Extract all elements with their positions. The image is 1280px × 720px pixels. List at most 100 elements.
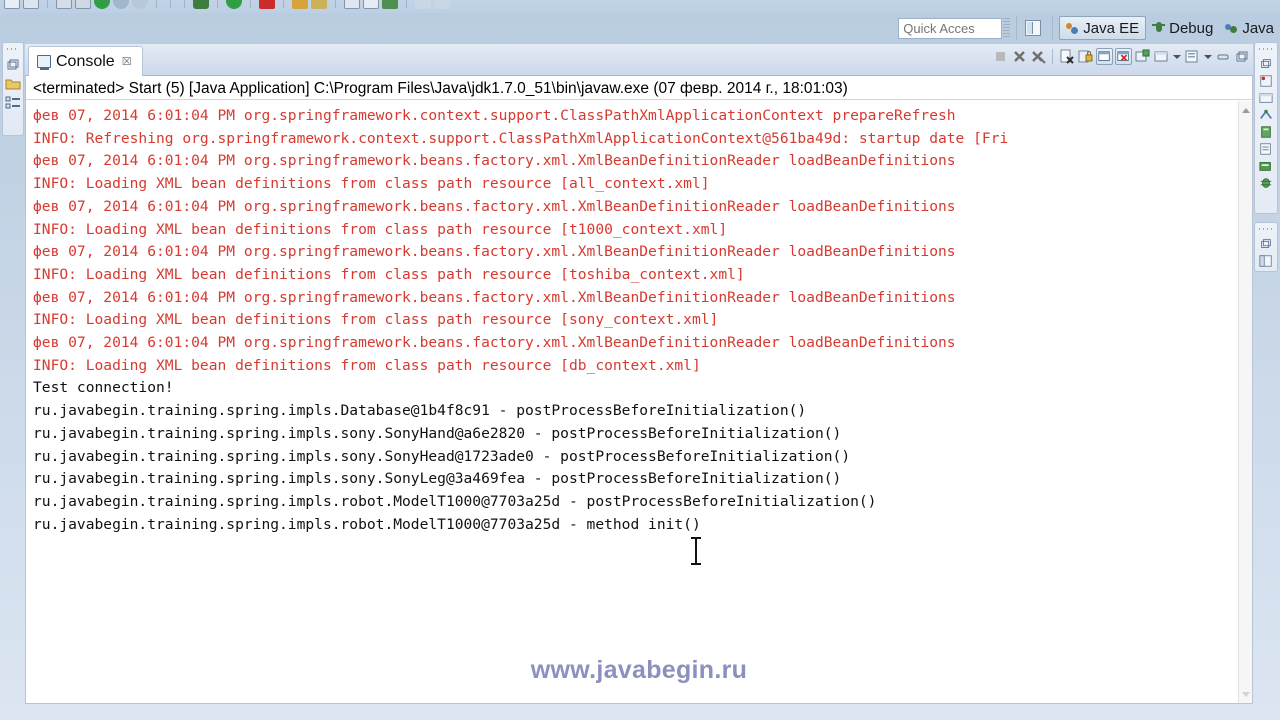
outline-min-icon[interactable] bbox=[1259, 254, 1273, 268]
restore-icon[interactable] bbox=[1259, 237, 1273, 251]
console-line: фев 07, 2014 6:01:04 PM org.springframew… bbox=[33, 288, 956, 306]
console-line: ru.javabegin.training.spring.impls.robot… bbox=[33, 492, 877, 510]
zoom-icon[interactable] bbox=[132, 0, 148, 9]
toolbar-separator bbox=[1052, 49, 1053, 64]
console-line: ru.javabegin.training.spring.impls.Datab… bbox=[33, 402, 807, 420]
properties-icon[interactable] bbox=[1259, 159, 1273, 173]
toolbar-separator bbox=[170, 0, 171, 8]
data-source-explorer-icon[interactable] bbox=[1259, 125, 1273, 139]
open-type-icon[interactable] bbox=[363, 0, 379, 9]
display-selected-console-icon[interactable] bbox=[1115, 48, 1132, 65]
toolbar-separator bbox=[406, 0, 407, 8]
search-icon[interactable] bbox=[113, 0, 129, 9]
view-tab-row: Console ☒ bbox=[25, 44, 1253, 76]
main-toolbar bbox=[0, 0, 1280, 13]
remove-launch-icon[interactable] bbox=[1011, 48, 1028, 65]
next-annotation-icon[interactable] bbox=[382, 0, 398, 9]
tab-console[interactable]: Console ☒ bbox=[28, 46, 143, 76]
maximize-icon[interactable] bbox=[1234, 48, 1251, 65]
forward-icon[interactable] bbox=[434, 0, 450, 9]
perspective-label: Java EE bbox=[1083, 19, 1140, 37]
console-line: ru.javabegin.training.spring.impls.sony.… bbox=[33, 470, 842, 488]
view-toolbar bbox=[992, 48, 1251, 65]
console-line: фев 07, 2014 6:01:04 PM org.springframew… bbox=[33, 243, 956, 261]
open-console-dropdown-icon[interactable] bbox=[1172, 48, 1182, 65]
outline-icon[interactable] bbox=[5, 95, 21, 111]
watermark: www.javabegin.ru bbox=[530, 656, 748, 684]
restore-icon[interactable] bbox=[1259, 57, 1273, 71]
console-icon bbox=[37, 55, 51, 70]
console-line: фев 07, 2014 6:01:04 PM org.springframew… bbox=[33, 334, 956, 352]
pin-console-icon[interactable] bbox=[1096, 48, 1113, 65]
back-icon[interactable] bbox=[415, 0, 431, 9]
toolbar-separator bbox=[250, 0, 251, 8]
main-toolbar-icons bbox=[4, 0, 450, 9]
java-perspective-icon bbox=[1225, 21, 1239, 35]
console-output[interactable]: фев 07, 2014 6:01:04 PM org.springframew… bbox=[26, 101, 1238, 703]
open-perspective-icon[interactable] bbox=[1025, 20, 1042, 36]
package-explorer-icon[interactable] bbox=[5, 76, 21, 92]
debug-icon[interactable] bbox=[193, 0, 209, 9]
console-body: <terminated> Start (5) [Java Application… bbox=[25, 76, 1253, 704]
build-icon[interactable] bbox=[75, 0, 91, 9]
save-all-icon[interactable] bbox=[23, 0, 39, 9]
rail-grip[interactable] bbox=[7, 45, 19, 54]
tab-label: Console bbox=[56, 52, 115, 70]
perspective-divider bbox=[1052, 16, 1054, 40]
perspective-bar: Java EE Debug Java bbox=[898, 13, 1280, 43]
new-java-project-icon[interactable] bbox=[344, 0, 360, 9]
stop-icon[interactable] bbox=[259, 0, 275, 9]
clear-console-icon[interactable] bbox=[1058, 48, 1075, 65]
coverage-icon[interactable] bbox=[292, 0, 308, 9]
perspective-button-java[interactable]: Java bbox=[1219, 16, 1280, 40]
new-console-view-icon[interactable] bbox=[1153, 48, 1170, 65]
toolbar-separator bbox=[156, 0, 157, 8]
perspective-button-java-ee[interactable]: Java EE bbox=[1059, 16, 1147, 40]
refresh-icon[interactable] bbox=[94, 0, 110, 9]
minimize-icon[interactable] bbox=[1215, 48, 1232, 65]
servers-icon[interactable] bbox=[1259, 108, 1273, 122]
run-icon[interactable] bbox=[226, 0, 242, 9]
open-console-icon[interactable] bbox=[1134, 48, 1151, 65]
debug-min-icon[interactable] bbox=[1259, 176, 1273, 190]
debug-perspective-icon bbox=[1152, 21, 1166, 35]
close-icon[interactable]: ☒ bbox=[122, 55, 132, 68]
rail-grip[interactable] bbox=[1259, 45, 1273, 54]
perspective-divider bbox=[1016, 16, 1018, 40]
rail-grip[interactable] bbox=[1259, 225, 1273, 234]
snippets-icon[interactable] bbox=[1259, 142, 1273, 156]
console-line: ru.javabegin.training.spring.impls.robot… bbox=[33, 515, 701, 533]
scroll-lock-icon[interactable] bbox=[1077, 48, 1094, 65]
eclipse-window: Java EE Debug Java bbox=[0, 0, 1280, 720]
launch-config-header: <terminated> Start (5) [Java Application… bbox=[26, 76, 1252, 100]
toolbar-separator bbox=[283, 0, 284, 8]
console-min-icon[interactable] bbox=[1259, 91, 1273, 105]
remove-all-terminated-icon[interactable] bbox=[1030, 48, 1047, 65]
quick-access-input[interactable] bbox=[898, 17, 1003, 39]
perspective-button-debug[interactable]: Debug bbox=[1146, 16, 1219, 40]
console-view: Console ☒ <terminated> Start (5) [Java A… bbox=[25, 44, 1253, 704]
console-line: фев 07, 2014 6:01:04 PM org.springframew… bbox=[33, 197, 956, 215]
java-ee-perspective-icon bbox=[1066, 21, 1080, 35]
problems-icon[interactable] bbox=[1259, 74, 1273, 88]
quick-access-grip bbox=[1003, 17, 1011, 39]
print-icon[interactable] bbox=[56, 0, 72, 9]
chevron-down-icon[interactable] bbox=[1203, 48, 1213, 65]
right-fast-view-bar bbox=[1254, 42, 1278, 214]
restore-icon[interactable] bbox=[5, 57, 21, 73]
console-line: INFO: Loading XML bean definitions from … bbox=[33, 356, 701, 374]
scroll-down-arrow-icon[interactable] bbox=[1239, 687, 1252, 701]
terminate-icon[interactable] bbox=[992, 48, 1009, 65]
console-vertical-scrollbar[interactable] bbox=[1238, 101, 1252, 703]
console-line: ru.javabegin.training.spring.impls.sony.… bbox=[33, 424, 842, 442]
console-line: фев 07, 2014 6:01:04 PM org.springframew… bbox=[33, 107, 956, 124]
console-line: фев 07, 2014 6:01:04 PM org.springframew… bbox=[33, 152, 956, 170]
console-line: INFO: Loading XML bean definitions from … bbox=[33, 175, 710, 193]
external-tools-icon[interactable] bbox=[311, 0, 327, 9]
view-menu-icon[interactable] bbox=[1184, 48, 1201, 65]
console-line: INFO: Loading XML bean definitions from … bbox=[33, 265, 745, 283]
toolbar-separator bbox=[217, 0, 218, 8]
scroll-up-arrow-icon[interactable] bbox=[1239, 103, 1252, 117]
right-fast-view-bar-secondary bbox=[1254, 222, 1278, 272]
save-icon[interactable] bbox=[4, 0, 20, 9]
